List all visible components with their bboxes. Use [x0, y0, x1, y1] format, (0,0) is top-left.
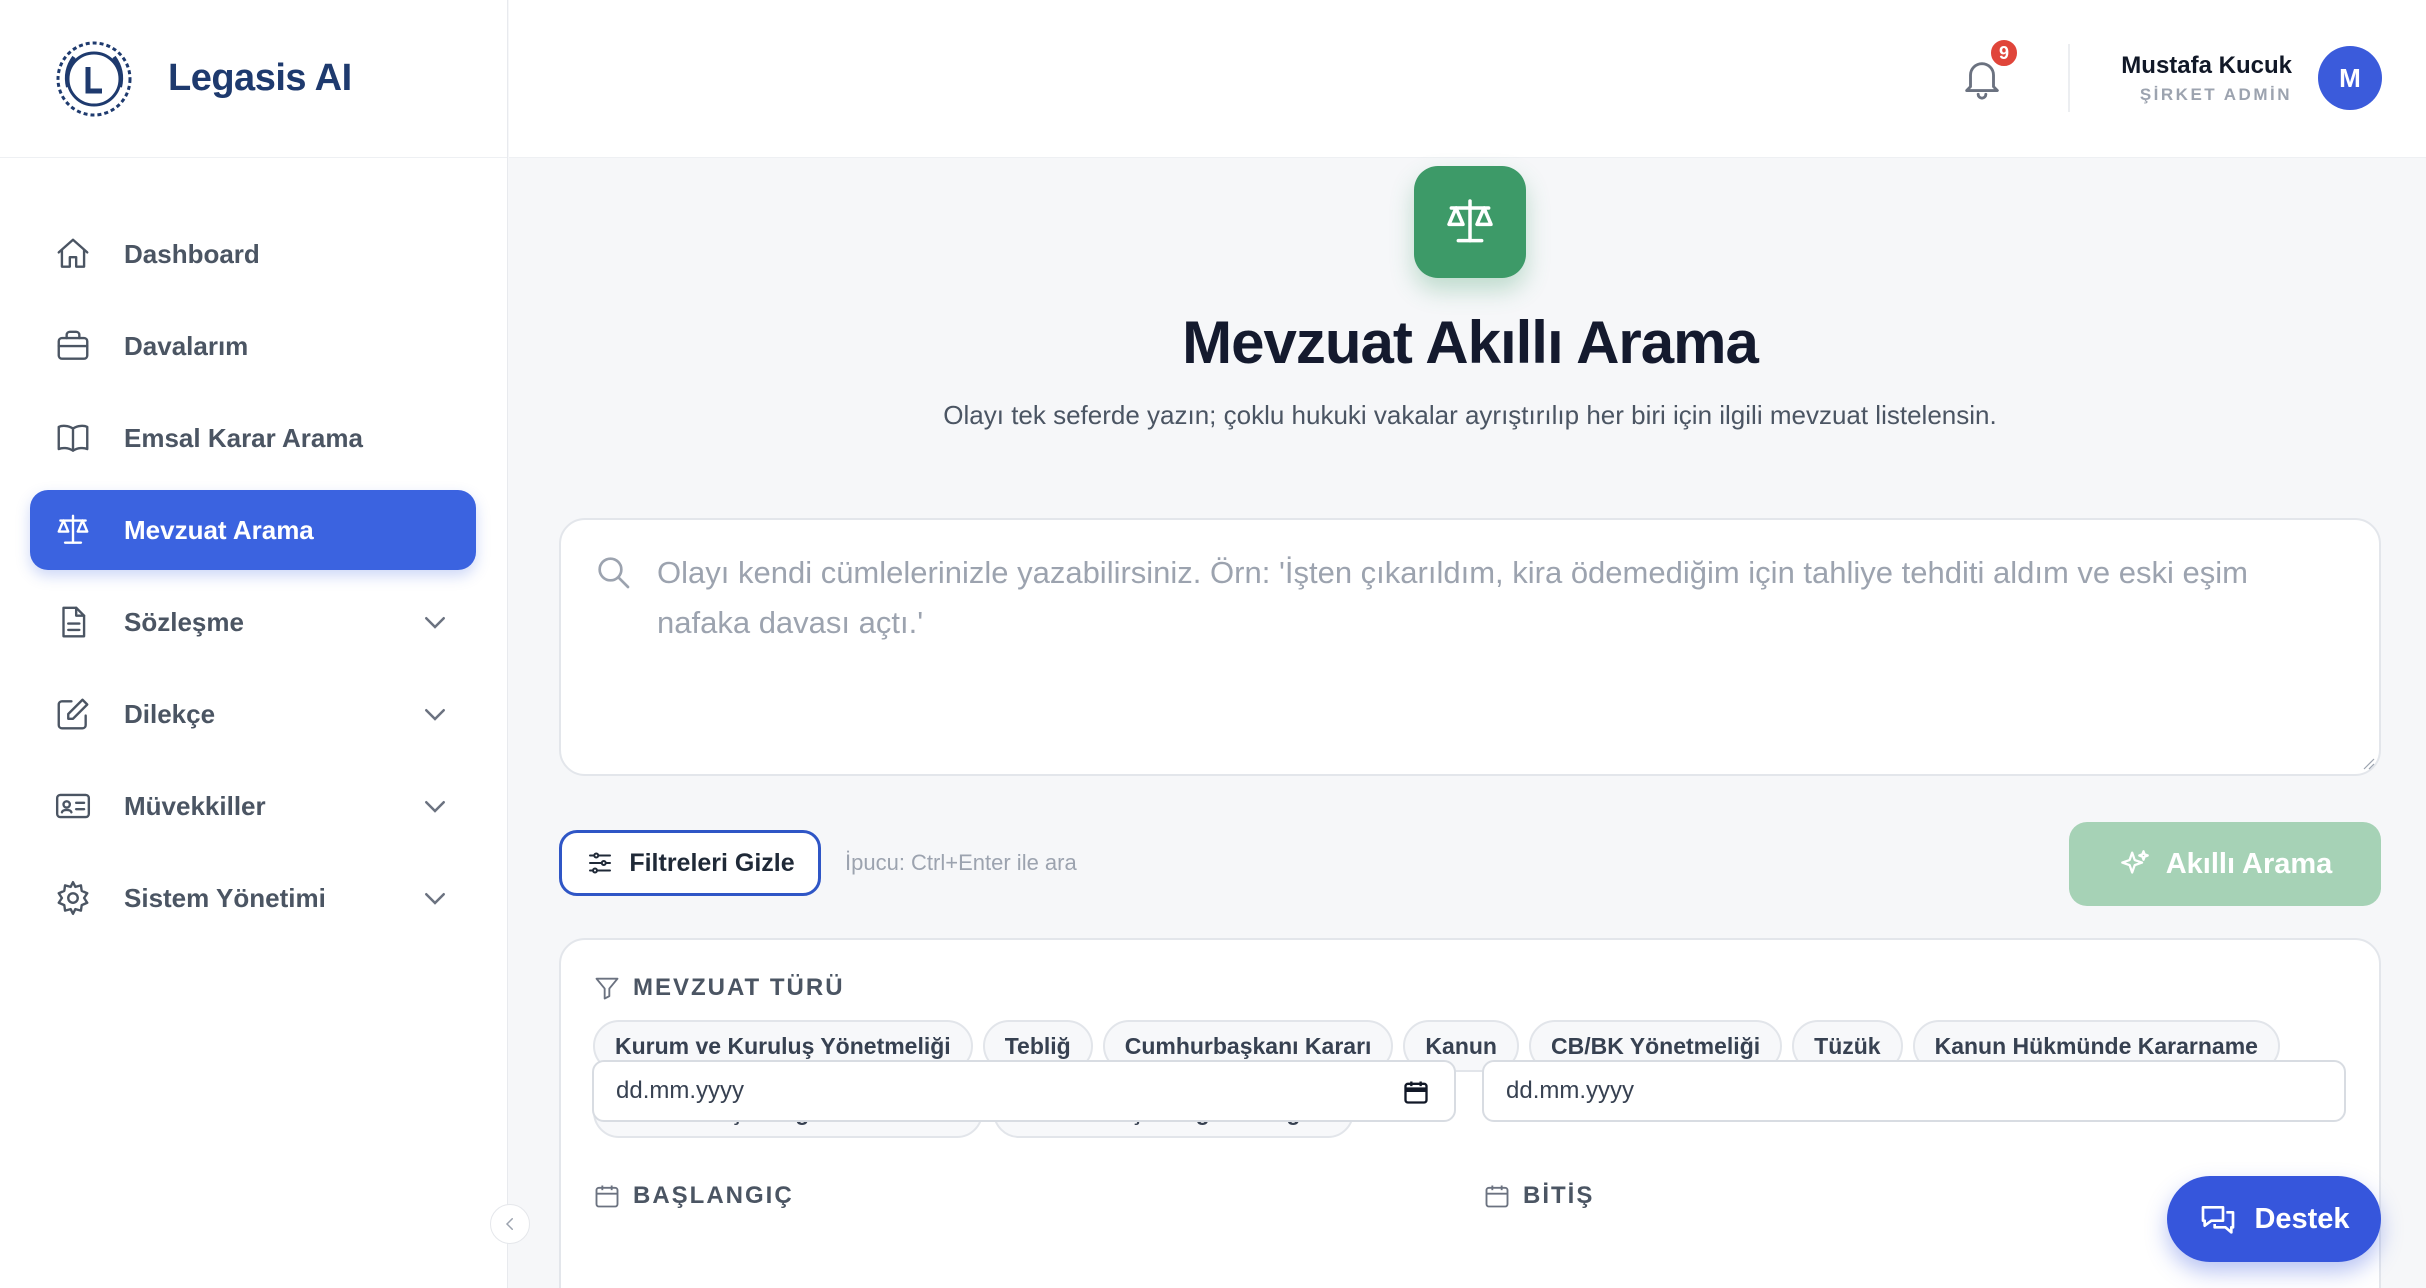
- start-date-value: dd.mm.yyyy: [616, 1077, 745, 1104]
- sidebar-item-muvekkiller[interactable]: Müvekkiller: [30, 766, 476, 846]
- book-icon: [54, 419, 92, 457]
- sidebar-item-sozlesme[interactable]: Sözleşme: [30, 582, 476, 662]
- chevron-down-icon: [425, 893, 445, 905]
- avatar[interactable]: M: [2318, 46, 2382, 110]
- chevron-down-icon: [425, 801, 445, 813]
- funnel-icon: [595, 977, 619, 1000]
- support-label: Destek: [2254, 1202, 2350, 1235]
- brand-name: Legasis AI: [168, 57, 352, 99]
- user-name[interactable]: Mustafa Kucuk: [2121, 52, 2292, 80]
- sidebar-item-sistem-yonetimi[interactable]: Sistem Yönetimi: [30, 858, 476, 938]
- sliders-icon: [589, 852, 612, 874]
- end-date-input[interactable]: dd.mm.yyyy: [1482, 1060, 2346, 1122]
- top-header: 9 Mustafa Kucuk ŞİRKET ADMİN M: [509, 0, 2426, 158]
- scale-icon: [54, 511, 92, 549]
- sidebar-item-label: Dashboard: [124, 238, 260, 269]
- search-box: [559, 518, 2381, 776]
- sidebar: Legasis AI Dashboard Davalarım Emsal Kar…: [0, 0, 508, 1288]
- sidebar-item-dilekce[interactable]: Dilekçe: [30, 674, 476, 754]
- home-icon: [54, 235, 92, 273]
- search-icon: [598, 557, 630, 589]
- pencil-square-icon: [54, 695, 92, 733]
- document-icon: [54, 603, 92, 641]
- briefcase-icon: [54, 327, 92, 365]
- sidebar-item-label: Müvekkiller: [124, 790, 266, 821]
- smart-search-button[interactable]: Akıllı Arama: [2069, 822, 2381, 906]
- hero-scale-icon: [1414, 166, 1526, 278]
- keyboard-hint: İpucu: Ctrl+Enter ile ara: [845, 850, 1077, 875]
- type-filter-label: MEVZUAT TÜRÜ: [633, 974, 845, 1001]
- sidebar-item-label: Dilekçe: [124, 698, 216, 729]
- sidebar-item-label: Sözleşme: [124, 606, 244, 637]
- id-card-icon: [54, 787, 92, 825]
- start-date-heading: BAŞLANGIÇ: [593, 1182, 794, 1210]
- smart-search-label: Akıllı Arama: [2165, 847, 2333, 880]
- brand[interactable]: Legasis AI: [0, 0, 507, 158]
- start-date-label: BAŞLANGIÇ: [633, 1182, 794, 1209]
- sparkles-icon: [2120, 850, 2149, 874]
- resize-handle-icon[interactable]: [2359, 754, 2375, 770]
- sidebar-item-label: Mevzuat Arama: [124, 514, 314, 545]
- legasis-logo-icon: [56, 41, 132, 116]
- toggle-filters-label: Filtreleri Gizle: [629, 848, 795, 877]
- chat-bubbles-icon: [2202, 1206, 2235, 1234]
- support-button[interactable]: Destek: [2167, 1176, 2381, 1262]
- user-role: ŞİRKET ADMİN: [2139, 85, 2292, 104]
- gear-icon: [54, 879, 92, 917]
- calendar-icon: [1485, 1185, 1509, 1208]
- type-filter-heading: MEVZUAT TÜRÜ: [593, 974, 845, 1002]
- sidebar-item-emsal-karar[interactable]: Emsal Karar Arama: [30, 398, 476, 478]
- start-date-input[interactable]: dd.mm.yyyy: [592, 1060, 1456, 1122]
- sidebar-item-label: Emsal Karar Arama: [124, 422, 363, 453]
- sidebar-item-label: Sistem Yönetimi: [124, 882, 326, 913]
- calendar-picker-icon[interactable]: [1402, 1078, 1430, 1106]
- sidebar-item-mevzuat-arama[interactable]: Mevzuat Arama: [30, 490, 476, 570]
- header-divider: [2068, 44, 2070, 112]
- chevron-down-icon: [425, 617, 445, 629]
- sidebar-item-dashboard[interactable]: Dashboard: [30, 214, 476, 294]
- chevron-down-icon: [425, 709, 445, 721]
- end-date-value: dd.mm.yyyy: [1506, 1077, 1635, 1104]
- end-date-heading: BİTİŞ: [1483, 1182, 1594, 1210]
- sidebar-item-davalarim[interactable]: Davalarım: [30, 306, 476, 386]
- sidebar-nav: Dashboard Davalarım Emsal Karar Arama Me…: [0, 158, 507, 938]
- notification-badge: 9: [1989, 38, 2019, 68]
- end-date-label: BİTİŞ: [1523, 1182, 1595, 1209]
- page-subtitle: Olayı tek seferde yazın; çoklu hukuki va…: [943, 400, 1997, 430]
- search-input[interactable]: [657, 548, 2337, 748]
- toggle-filters-button[interactable]: Filtreleri Gizle: [559, 830, 821, 896]
- page-title: Mevzuat Akıllı Arama: [1182, 309, 1759, 376]
- calendar-icon: [595, 1185, 619, 1208]
- sidebar-item-label: Davalarım: [124, 330, 249, 361]
